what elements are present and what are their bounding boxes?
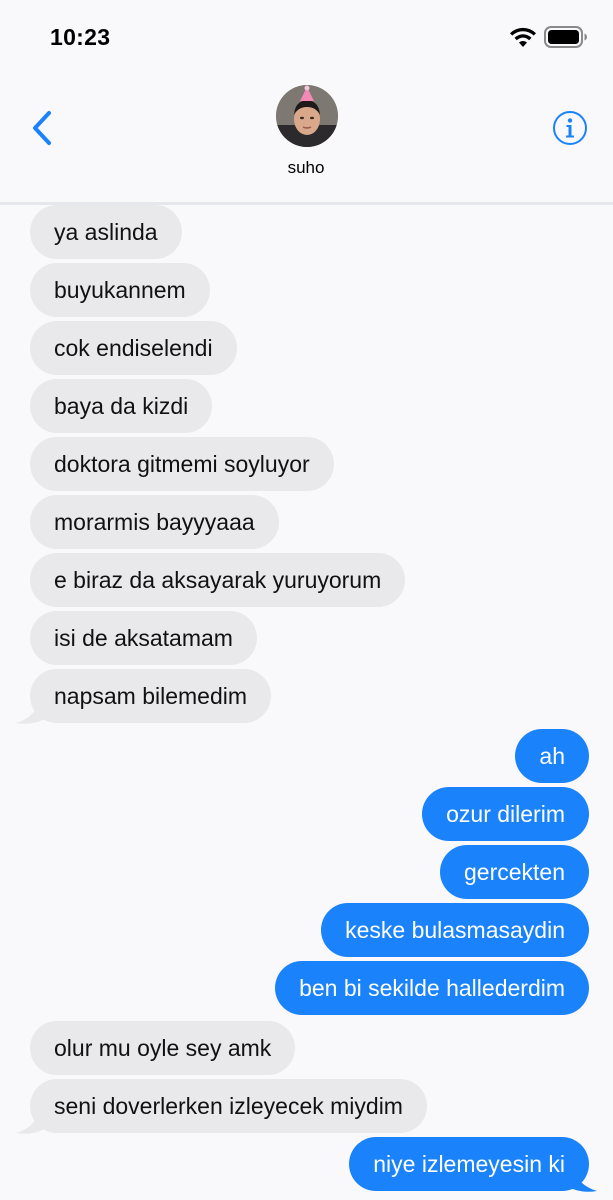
back-chevron-icon[interactable] — [30, 110, 54, 151]
message-bubble-outgoing[interactable]: ozur dilerim — [422, 787, 589, 841]
message-text: e biraz da aksayarak yuruyorum — [54, 567, 382, 593]
message-text: isi de aksatamam — [54, 625, 233, 651]
message-text: morarmis bayyyaaa — [54, 509, 255, 535]
message-text: olur mu oyle sey amk — [54, 1035, 272, 1061]
message-text: niye izlemeyesin ki — [373, 1151, 565, 1177]
bubble-tail-incoming — [16, 699, 48, 724]
message-text: cok endiselendi — [54, 335, 213, 361]
message-bubble-outgoing[interactable]: ben bi sekilde hallederdim — [275, 961, 589, 1015]
message-text: baya da kizdi — [54, 393, 189, 419]
message-text: ya aslinda — [54, 219, 158, 245]
message-bubble-incoming[interactable]: buyukannem — [30, 263, 210, 317]
message-text: keske bulasmasaydin — [345, 917, 565, 943]
message-bubble-outgoing[interactable]: gercekten — [439, 845, 589, 899]
message-text: ben bi sekilde hallederdim — [299, 975, 565, 1001]
message-text: napsam bilemedim — [54, 683, 248, 709]
message-bubble-outgoing[interactable]: ah — [515, 729, 589, 783]
wifi-icon — [508, 26, 538, 53]
contact-avatar[interactable] — [276, 85, 338, 147]
message-text: ozur dilerim — [446, 801, 565, 827]
message-bubble-incoming[interactable]: ya aslinda — [30, 205, 182, 259]
info-icon[interactable] — [552, 110, 588, 151]
message-bubble-incoming[interactable]: isi de aksatamam — [30, 611, 257, 665]
message-text: gercekten — [463, 859, 565, 885]
status-bar: 10:23 — [0, 0, 613, 72]
message-text: doktora gitmemi soyluyor — [54, 451, 310, 477]
message-bubble-outgoing[interactable]: keske bulasmasaydin — [321, 903, 589, 957]
conversation-header: suho — [0, 72, 613, 205]
message-text: ah — [539, 743, 565, 769]
contact-name[interactable]: suho — [206, 158, 406, 178]
message-bubble-incoming[interactable]: cok endiselendi — [30, 321, 237, 375]
message-bubble-outgoing[interactable]: niye izlemeyesin ki — [349, 1137, 589, 1191]
message-bubble-incoming[interactable]: napsam bilemedim — [30, 669, 272, 723]
message-bubble-incoming[interactable]: baya da kizdi — [30, 379, 213, 433]
message-bubble-incoming[interactable]: morarmis bayyyaaa — [30, 495, 279, 549]
status-time: 10:23 — [50, 24, 111, 50]
battery-icon — [544, 26, 588, 53]
message-text: seni doverlerken izleyecek miydim — [54, 1093, 403, 1119]
bubble-tail-incoming — [16, 1109, 48, 1134]
bubble-tail-outgoing — [565, 1167, 597, 1192]
message-bubble-incoming[interactable]: seni doverlerken izleyecek miydim — [30, 1079, 427, 1133]
message-text: buyukannem — [54, 277, 186, 303]
message-bubble-incoming[interactable]: doktora gitmemi soyluyor — [30, 437, 334, 491]
message-bubble-incoming[interactable]: e biraz da aksayarak yuruyorum — [30, 553, 406, 607]
message-thread: ya aslinda buyukannem cok endiselendi ba… — [0, 205, 613, 1200]
message-bubble-incoming[interactable]: olur mu oyle sey amk — [30, 1021, 296, 1075]
